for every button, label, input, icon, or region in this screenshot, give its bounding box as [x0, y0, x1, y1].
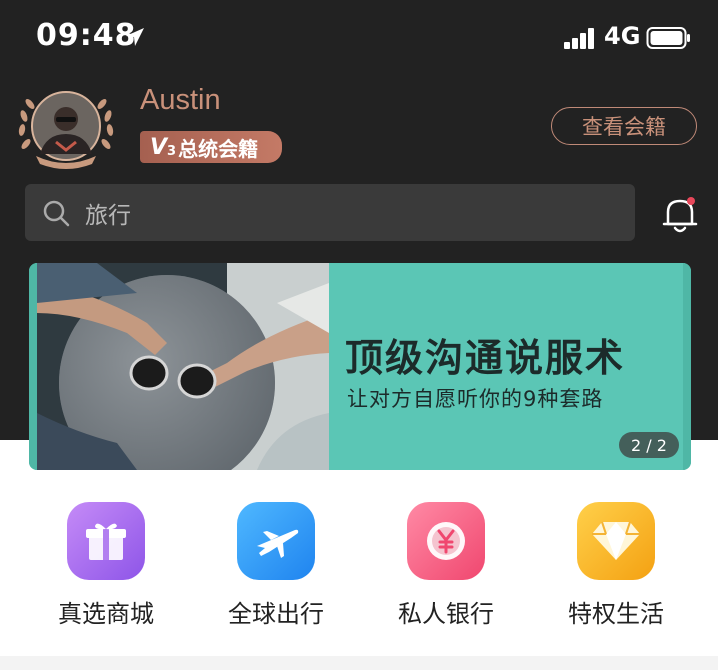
- banner-edge: [683, 263, 691, 470]
- service-label: 特权生活: [568, 600, 664, 628]
- promo-banner[interactable]: 顶级沟通说服术 让对方自愿听你的9种套路 2 / 2: [29, 263, 691, 470]
- banner-pager: 2 / 2: [619, 432, 679, 458]
- status-time: 09:48: [36, 18, 137, 53]
- search-placeholder: 旅行: [85, 202, 131, 229]
- yen-coin-icon: [407, 502, 485, 580]
- plane-icon: [237, 502, 315, 580]
- signal-icon: [564, 28, 594, 49]
- laurel-avatar-icon: [18, 91, 114, 169]
- diamond-icon: [577, 502, 655, 580]
- services-grid: 真选商城 全球出行 私人银行 特权生活: [0, 490, 718, 640]
- banner-title: 顶级沟通说服术: [345, 336, 626, 380]
- membership-label: 总统会籍: [178, 136, 259, 161]
- search-input[interactable]: 旅行: [25, 184, 635, 241]
- network-type: 4G: [604, 22, 641, 50]
- notification-bell-icon[interactable]: [660, 194, 700, 236]
- vip-level-number: 3: [167, 143, 177, 159]
- banner-photo: [37, 263, 329, 470]
- gift-icon: [67, 502, 145, 580]
- search-icon: [43, 200, 70, 226]
- location-arrow-icon: [126, 28, 144, 46]
- membership-badge: V 3 总统会籍: [140, 131, 282, 163]
- banner-subtitle: 让对方自愿听你的9种套路: [347, 387, 604, 411]
- banner-edge: [29, 263, 37, 470]
- avatar[interactable]: [16, 84, 116, 172]
- service-bank[interactable]: 私人银行: [366, 490, 526, 640]
- service-label: 真选商城: [58, 600, 154, 628]
- status-bar: 09:48 4G: [0, 0, 718, 76]
- service-label: 全球出行: [228, 600, 324, 628]
- service-privileges[interactable]: 特权生活: [536, 490, 696, 640]
- service-label: 私人银行: [398, 600, 494, 628]
- username: Austin: [140, 84, 221, 116]
- service-travel[interactable]: 全球出行: [196, 490, 356, 640]
- service-shop[interactable]: 真选商城: [26, 490, 186, 640]
- vip-level-icon: V: [150, 134, 168, 160]
- battery-icon: [646, 27, 690, 49]
- divider: [0, 656, 718, 670]
- view-membership-button[interactable]: 查看会籍: [551, 107, 697, 145]
